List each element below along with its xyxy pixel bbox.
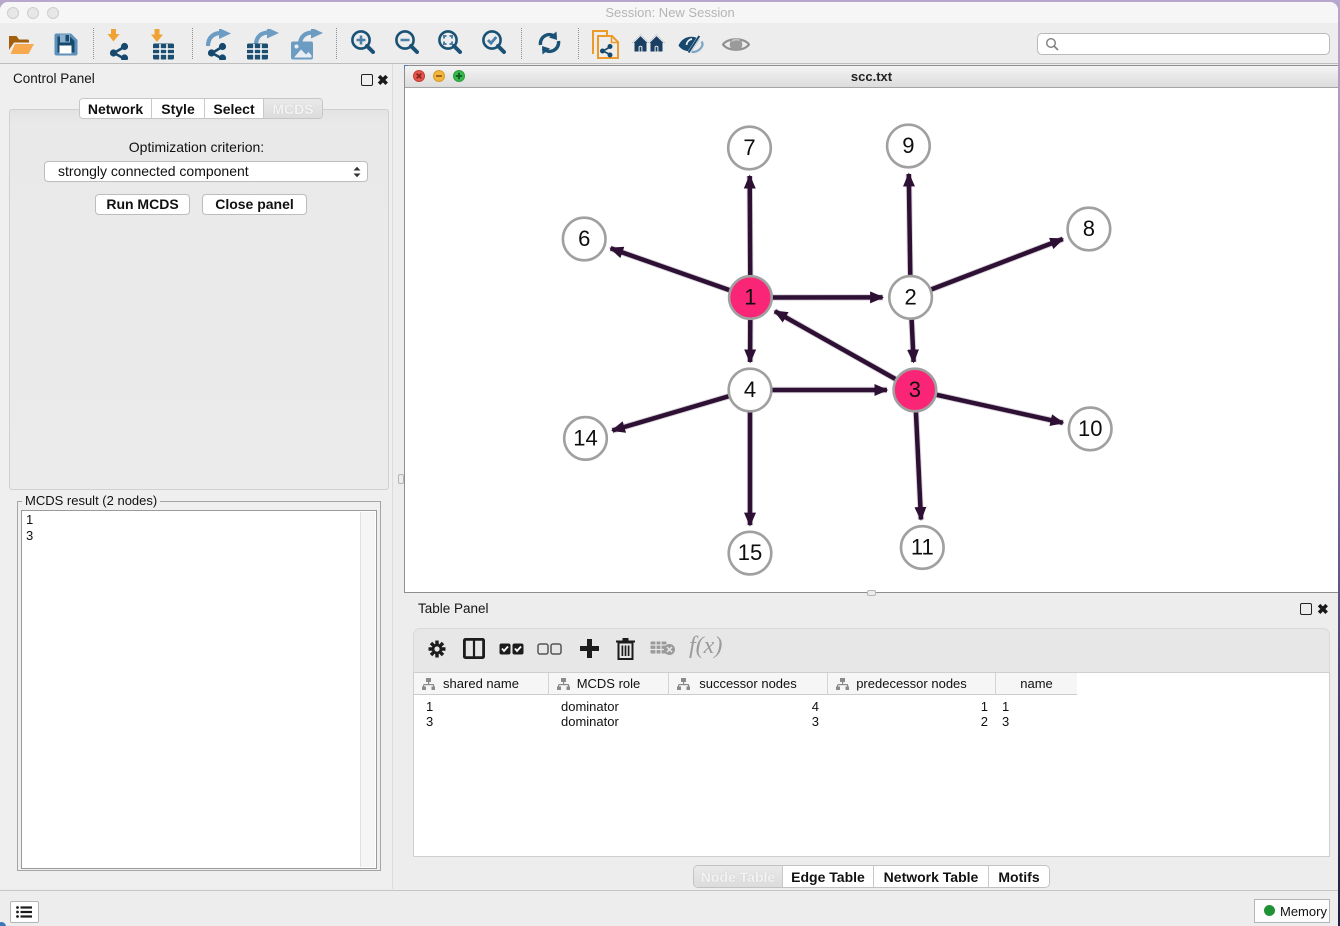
svg-text:10: 10 (1078, 416, 1102, 441)
svg-text:1: 1 (744, 285, 756, 310)
svg-text:14: 14 (573, 425, 597, 450)
svg-text:3: 3 (909, 377, 921, 402)
svg-text:7: 7 (743, 135, 755, 160)
svg-text:9: 9 (902, 133, 914, 158)
svg-text:4: 4 (744, 377, 756, 402)
svg-text:11: 11 (911, 535, 934, 560)
svg-text:15: 15 (738, 540, 762, 565)
svg-text:6: 6 (578, 226, 590, 251)
svg-text:8: 8 (1083, 216, 1095, 241)
svg-text:2: 2 (904, 284, 916, 309)
